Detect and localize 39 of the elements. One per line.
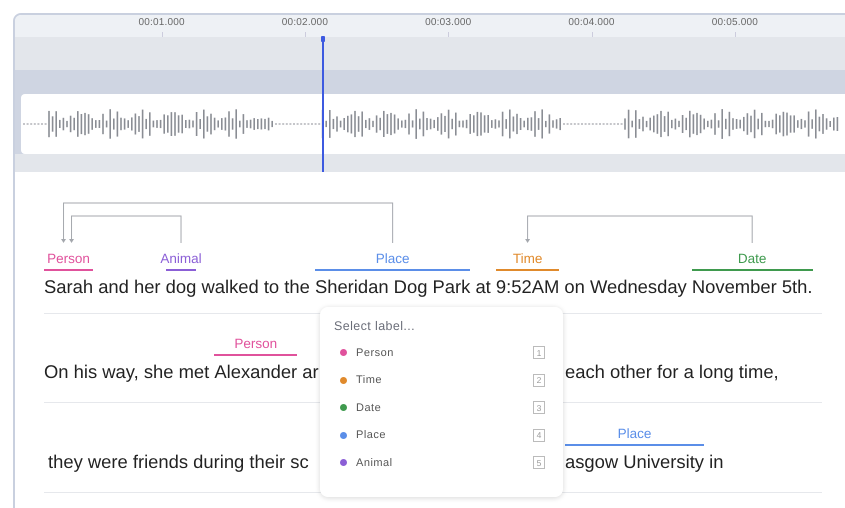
menu-title: Select label... bbox=[334, 319, 416, 333]
sentence-text: ar bbox=[301, 361, 319, 383]
sentence-text: on Wednesday bbox=[563, 276, 688, 298]
label-option[interactable]: Time 2 bbox=[334, 366, 545, 394]
sentence-text: On his way, she met bbox=[44, 361, 210, 383]
shortcut-key: 3 bbox=[533, 401, 545, 414]
sentence-text: Alexander bbox=[214, 361, 298, 383]
sentence-text: Sarah bbox=[44, 276, 94, 298]
sentence-text: asgow University bbox=[565, 451, 704, 473]
label-option[interactable]: Place 4 bbox=[334, 422, 545, 449]
sentence-text: and her bbox=[97, 276, 162, 298]
sentence-text: each other for a long time, bbox=[565, 361, 779, 383]
sentence-text: walked to the bbox=[200, 276, 311, 298]
shortcut-key: 1 bbox=[533, 346, 545, 360]
entity-label[interactable]: Time bbox=[512, 251, 542, 267]
sentence-text: November 5th. bbox=[692, 276, 812, 298]
entity-label[interactable]: Place bbox=[376, 251, 410, 267]
entity-label[interactable]: Animal bbox=[160, 251, 202, 267]
shortcut-key: 2 bbox=[533, 374, 545, 387]
label-option[interactable]: Person 1 bbox=[334, 339, 545, 366]
entity-label[interactable]: Person bbox=[47, 251, 90, 267]
time-tick-label: 00:01.000 bbox=[138, 17, 185, 28]
time-tick-label: 00:03.000 bbox=[425, 17, 472, 28]
entity-label[interactable]: Date bbox=[738, 251, 766, 267]
time-tick-label: 00:04.000 bbox=[568, 17, 615, 28]
shortcut-key: 4 bbox=[533, 428, 545, 442]
entity-label[interactable]: Person bbox=[234, 336, 278, 352]
shortcut-key: 5 bbox=[533, 456, 545, 470]
label-option[interactable]: Animal 5 bbox=[334, 449, 545, 476]
time-tick-label: 00:05.000 bbox=[712, 17, 758, 28]
label-option[interactable]: Date 3 bbox=[334, 394, 545, 422]
sentence-text: Sheridan Dog Park bbox=[314, 276, 470, 298]
sentence-text: dog bbox=[166, 276, 196, 298]
sentence-text: they were friends during their sc bbox=[48, 451, 309, 473]
sentence-text: at bbox=[474, 276, 492, 298]
sentence-text: in bbox=[708, 451, 724, 473]
sentence-text: 9:52AM bbox=[496, 276, 560, 298]
entity-label[interactable]: Place bbox=[618, 426, 652, 442]
time-tick-label: 00:02.000 bbox=[282, 17, 328, 28]
